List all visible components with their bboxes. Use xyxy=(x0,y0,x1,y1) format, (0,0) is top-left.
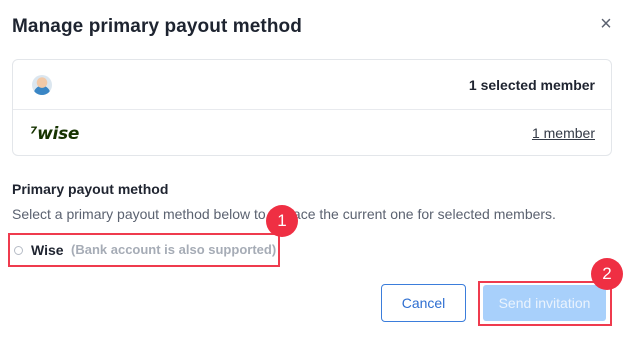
close-icon[interactable]: × xyxy=(596,14,616,34)
section-title: Primary payout method xyxy=(12,181,169,197)
payout-option-wise[interactable]: Wise (Bank account is also supported) xyxy=(8,233,280,267)
payout-method-modal: Manage primary payout method × 1 selecte… xyxy=(0,0,626,337)
send-invitation-highlight: Send invitation xyxy=(478,281,612,326)
selected-members-card: 1 selected member ⁷wise 1 member xyxy=(12,59,612,156)
member-count-link[interactable]: 1 member xyxy=(532,125,595,141)
selected-members-label: 1 selected member xyxy=(468,77,595,93)
send-invitation-button[interactable]: Send invitation xyxy=(483,285,606,321)
step-badge-1: 1 xyxy=(266,205,298,237)
option-label: Wise xyxy=(31,242,64,258)
step-badge-2: 2 xyxy=(591,258,623,290)
avatar xyxy=(32,75,52,95)
option-note: (Bank account is also supported) xyxy=(71,242,277,257)
selected-members-row: 1 selected member xyxy=(13,60,611,110)
wise-logo: ⁷wise xyxy=(30,124,80,144)
radio-button[interactable] xyxy=(14,246,23,255)
modal-title: Manage primary payout method xyxy=(12,16,302,37)
cancel-button[interactable]: Cancel xyxy=(381,284,466,322)
